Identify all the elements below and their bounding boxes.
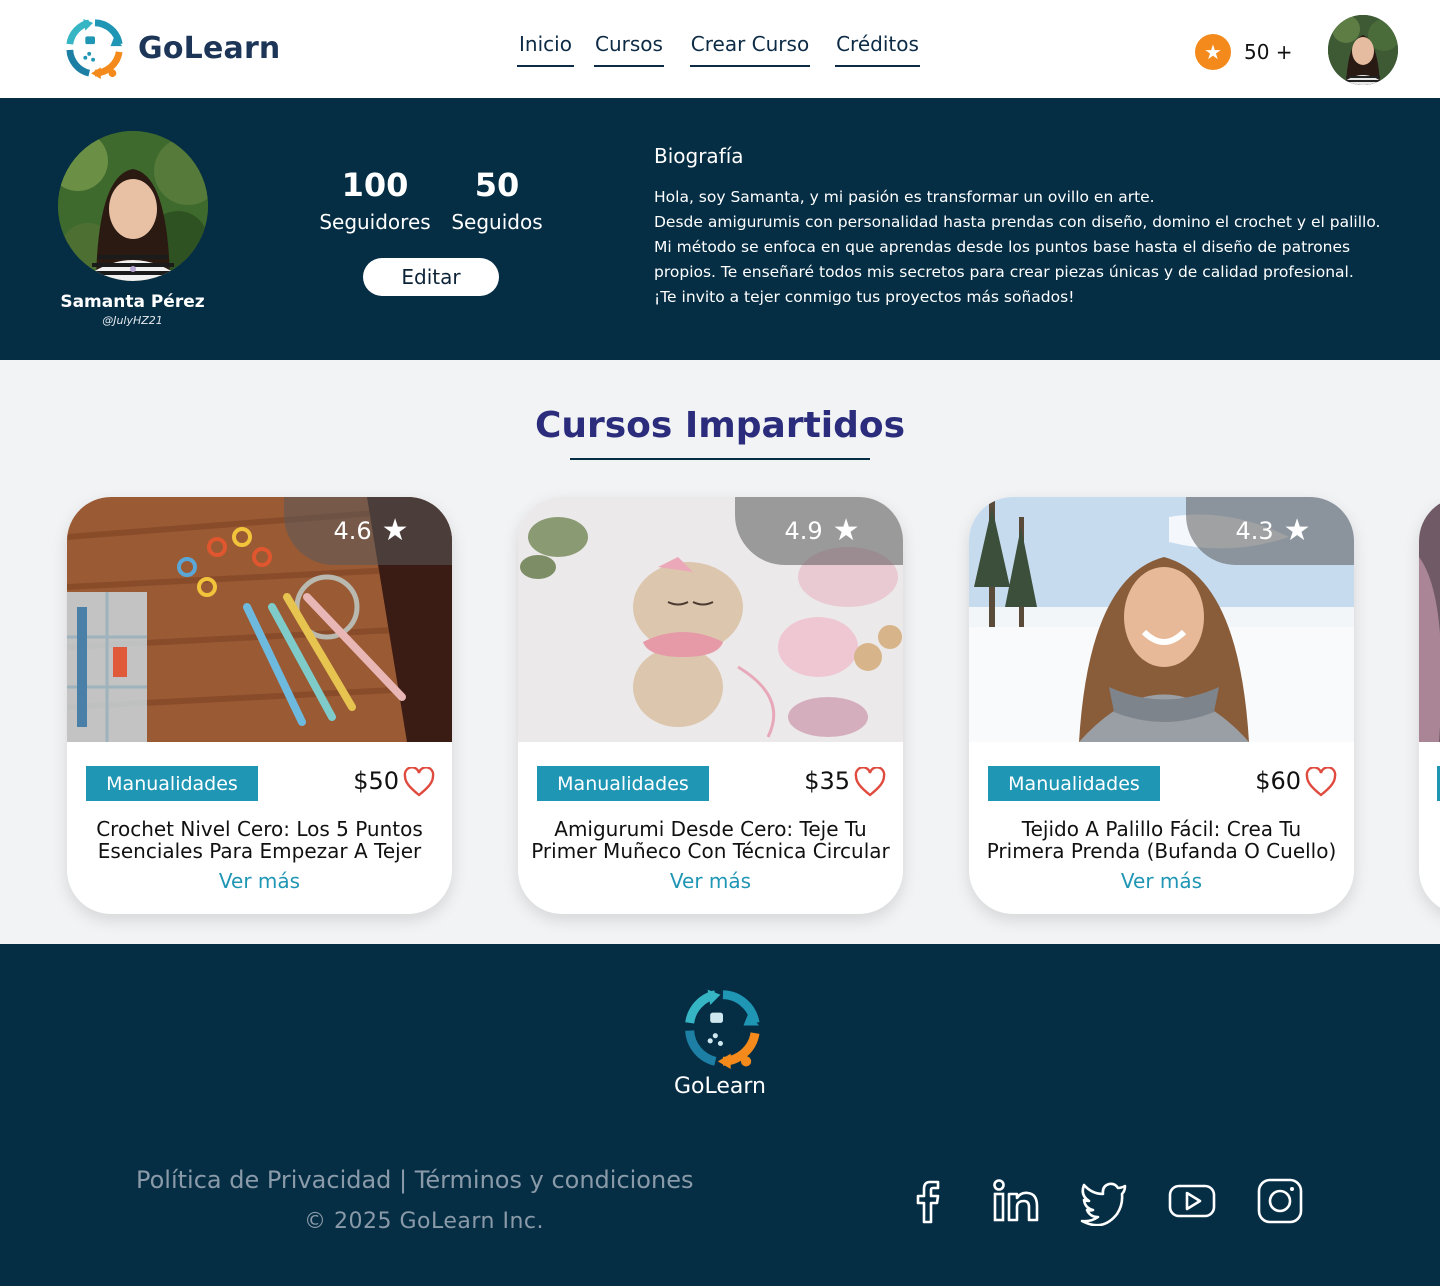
profile-banner: Samanta Pérez @JulyHZ21 100 Seguidores 5…	[0, 98, 1440, 360]
footer-legal-links[interactable]: Política de Privacidad | Términos y cond…	[136, 1166, 693, 1194]
bio-title: Biografía	[654, 144, 744, 168]
linkedin-icon[interactable]	[991, 1176, 1041, 1226]
star-icon: ★	[381, 513, 409, 548]
ver-mas-link[interactable]: Ver más	[67, 869, 452, 893]
nav-item-cursos[interactable]: Cursos	[594, 32, 664, 67]
course-card[interactable]: 4.3 ★ Manualidades $60 Tejido A Palillo …	[969, 497, 1354, 914]
ver-mas-link[interactable]: Ver más	[518, 869, 903, 893]
course-card[interactable]: 4.6 ★ Manualidades $50 Crochet Nivel Cer…	[67, 497, 452, 914]
course-price: $35	[804, 767, 850, 795]
course-image-partial	[1419, 497, 1440, 801]
user-avatar-image	[1328, 15, 1398, 85]
category-badge[interactable]: Manualidades	[988, 766, 1160, 801]
followers-stat[interactable]: 100 Seguidores	[314, 166, 436, 234]
bio-text: Hola, soy Samanta, y mi pasión es transf…	[654, 185, 1384, 310]
rating-badge: 4.3 ★	[1186, 497, 1354, 565]
course-title: Crochet Nivel Cero: Los 5 Puntos Esencia…	[96, 817, 423, 863]
category-badge[interactable]: Manualidades	[86, 766, 258, 801]
rating-value: 4.9	[784, 517, 823, 545]
youtube-icon[interactable]	[1167, 1176, 1217, 1226]
star-icon: ★	[832, 513, 860, 548]
twitter-icon[interactable]	[1079, 1176, 1129, 1226]
course-title: Tejido A Palillo Fácil: Crea Tu Primera …	[986, 817, 1337, 863]
profile-handle: @JulyHZ21	[102, 314, 163, 327]
profile-avatar	[58, 131, 208, 281]
rating-value: 4.3	[1235, 517, 1274, 545]
heart-icon[interactable]	[403, 767, 435, 797]
star-icon: ★	[1283, 513, 1311, 548]
course-card[interactable]: 4.9 ★ Manualidades $35 Amigurumi Desde C…	[518, 497, 903, 914]
edit-profile-button[interactable]: Editar	[363, 258, 499, 296]
facebook-icon[interactable]	[904, 1176, 954, 1226]
course-price: $50	[353, 767, 399, 795]
nav-item-inicio[interactable]: Inicio	[517, 32, 574, 67]
star-coin-icon: ★	[1195, 34, 1231, 70]
top-navbar: GoLearn Inicio Cursos Crear Curso Crédit…	[0, 0, 1440, 98]
followers-label: Seguidores	[319, 210, 431, 234]
bio-line: ¡Te invito a tejer conmigo tus proyectos…	[654, 288, 1075, 306]
instagram-icon[interactable]	[1255, 1176, 1305, 1226]
rating-badge: 4.9 ★	[735, 497, 903, 565]
course-title: Amigurumi Desde Cero: Teje Tu Primer Muñ…	[531, 817, 890, 863]
following-count: 50	[474, 166, 520, 204]
credits-balance[interactable]: ★ 50 +	[1195, 34, 1293, 70]
following-label: Seguidos	[451, 210, 543, 234]
rating-value: 4.6	[333, 517, 372, 545]
golearn-logo-icon[interactable]	[682, 986, 764, 1070]
category-badge[interactable]: Manualidades	[537, 766, 709, 801]
credits-amount: 50 +	[1244, 40, 1293, 64]
nav-item-creditos[interactable]: Créditos	[835, 32, 920, 67]
course-card-partial[interactable]	[1419, 497, 1440, 914]
ver-mas-link[interactable]: Ver más	[969, 869, 1354, 893]
footer-copyright: © 2025 GoLearn Inc.	[304, 1209, 544, 1234]
profile-name: Samanta Pérez	[60, 292, 205, 312]
heart-icon[interactable]	[1305, 767, 1337, 797]
following-stat[interactable]: 50 Seguidos	[447, 166, 547, 234]
followers-count: 100	[341, 166, 409, 204]
user-avatar[interactable]	[1328, 15, 1398, 85]
nav-item-crear-curso[interactable]: Crear Curso	[690, 32, 810, 67]
heart-icon[interactable]	[854, 767, 886, 797]
footer: GoLearn Política de Privacidad | Término…	[0, 944, 1440, 1286]
profile-photo	[58, 131, 208, 281]
footer-brand: GoLearn	[674, 1074, 766, 1099]
section-underline	[570, 458, 870, 460]
bio-line: Hola, soy Samanta, y mi pasión es transf…	[654, 188, 1155, 206]
rating-badge: 4.6 ★	[284, 497, 452, 565]
bio-line: Desde amigurumis con personalidad hasta …	[654, 213, 1381, 281]
section-title: Cursos Impartidos	[534, 405, 906, 446]
course-price: $60	[1255, 767, 1301, 795]
